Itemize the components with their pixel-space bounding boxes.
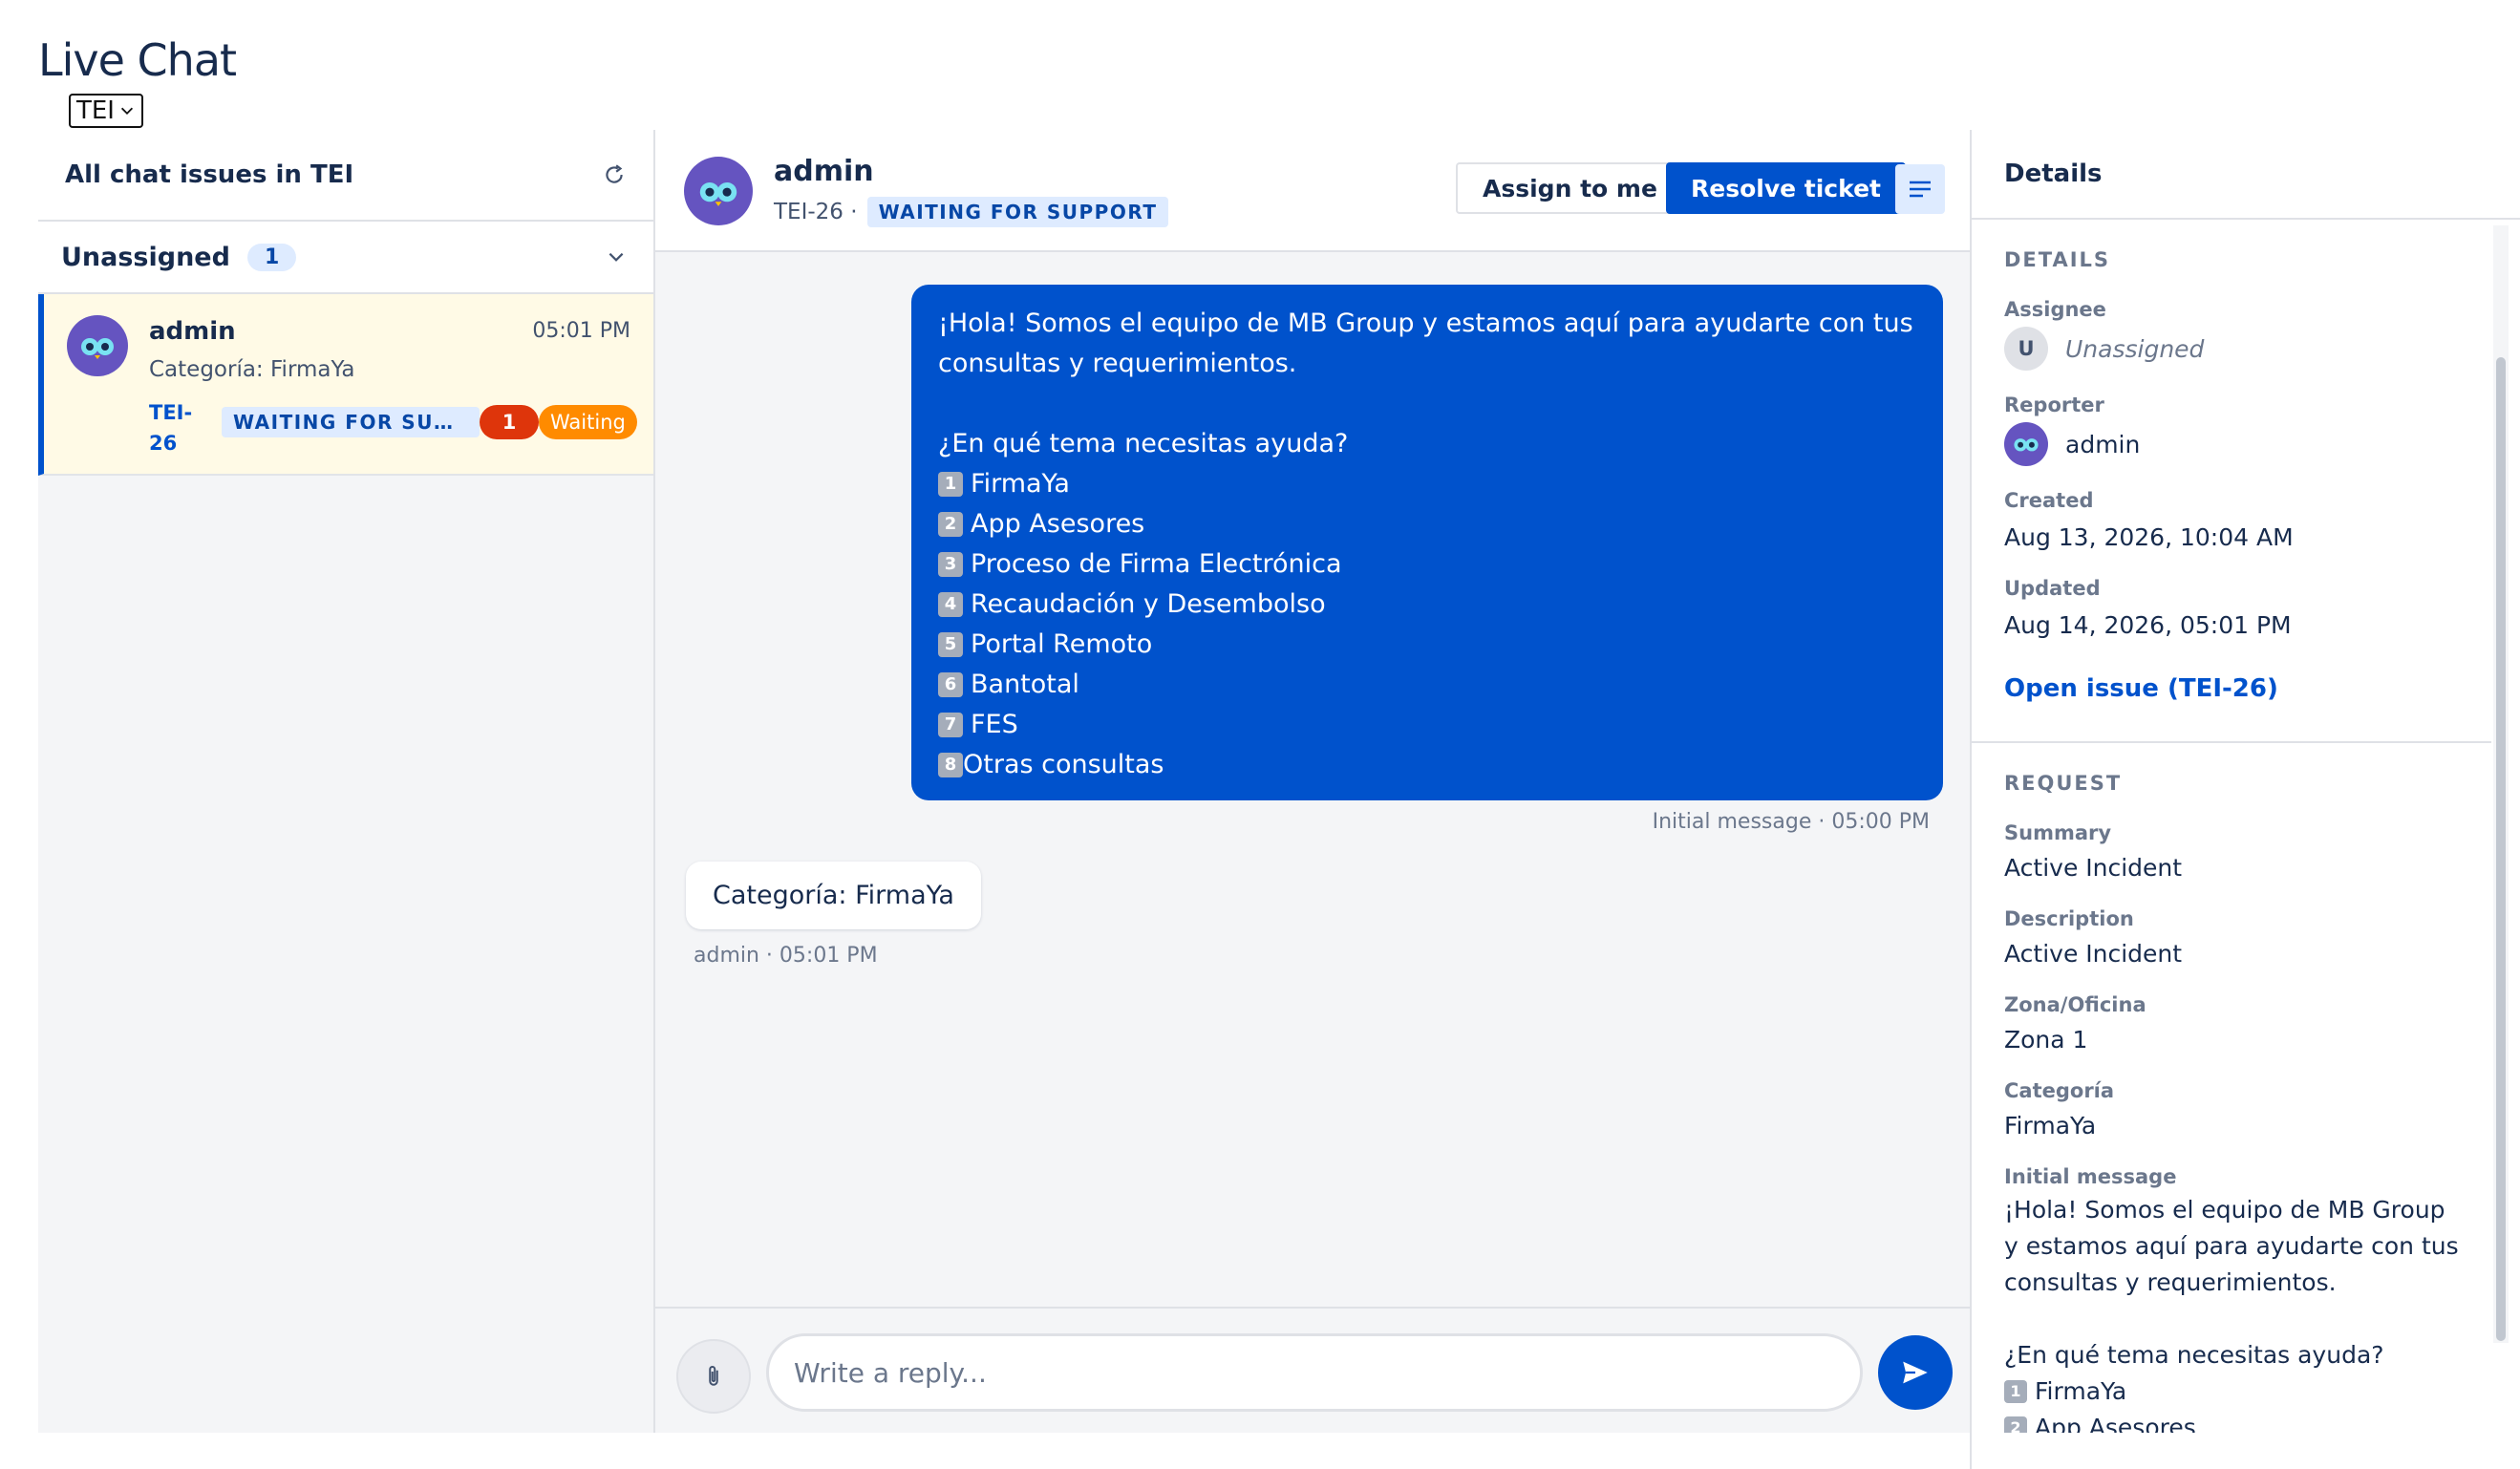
owl-avatar-icon: [2004, 422, 2048, 466]
user-message-bubble: Categoría: FirmaYa: [686, 862, 981, 929]
section-divider: [1972, 741, 2491, 743]
created-label: Created: [2004, 489, 2094, 512]
conversation-status-badge: WAITING FOR SUPPORT: [866, 197, 1169, 227]
conversation-meta: TEI-26 · WAITING FOR SUPPORT: [774, 197, 1169, 227]
details-header: Details: [1972, 130, 2520, 220]
initial-message-value: ¡Hola! Somos el equipo de MB Group y est…: [2004, 1192, 2463, 1433]
initial-message-question: ¿En qué tema necesitas ayuda?: [2004, 1341, 2384, 1369]
categoria-value: FirmaYa: [2004, 1112, 2097, 1139]
option-item: 7 FES: [938, 705, 1916, 745]
assign-to-me-button[interactable]: Assign to me: [1456, 162, 1684, 214]
request-section-title: REQUEST: [2004, 772, 2123, 795]
number-key-icon: 8: [938, 753, 963, 777]
agent-message-bubble: ¡Hola! Somos el equipo de MB Group y est…: [911, 285, 1943, 800]
option-item: 8 Otras consultas: [938, 745, 1916, 785]
number-key-icon: 3: [938, 552, 963, 577]
chevron-down-icon[interactable]: [606, 246, 627, 267]
number-key-icon: 6: [938, 672, 963, 697]
number-key-icon: 4: [938, 592, 963, 617]
initial-message-label: Initial message: [2004, 1165, 2177, 1188]
updated-value: Aug 14, 2026, 05:01 PM: [2004, 611, 2292, 639]
updated-label: Updated: [2004, 577, 2101, 600]
owl-avatar-icon: [67, 315, 128, 376]
summary-value: Active Incident: [2004, 854, 2183, 882]
details-scroll-area: DETAILS Assignee U Unassigned Reporter a…: [1972, 220, 2491, 1433]
option-item: 5 Portal Remoto: [938, 625, 1916, 665]
number-key-icon: 1: [938, 472, 963, 497]
number-key-icon: 1: [2004, 1380, 2027, 1403]
option-item: 2 App Asesores: [938, 504, 1916, 544]
assignee-label: Assignee: [2004, 298, 2106, 321]
option-item: 3 Proceso de Firma Electrónica: [938, 544, 1916, 585]
number-key-icon: 5: [938, 632, 963, 657]
option-item: 1 FirmaYa: [2004, 1373, 2463, 1410]
resolve-ticket-button[interactable]: Resolve ticket: [1666, 162, 1906, 214]
agent-message-intro: ¡Hola! Somos el equipo de MB Group y est…: [938, 309, 1913, 378]
chat-item-time: 05:01 PM: [532, 319, 630, 343]
zona-label: Zona/Oficina: [2004, 993, 2146, 1016]
chat-item-status-badge: WAITING FOR SUPP...: [222, 407, 480, 437]
project-select-value: TEI: [76, 96, 115, 125]
conversation-key: TEI-26 ·: [774, 200, 858, 224]
option-item: 2 App Asesores: [2004, 1410, 2463, 1433]
refresh-icon[interactable]: [602, 162, 627, 187]
assignee-field[interactable]: U Unassigned: [2004, 327, 2204, 371]
attach-button[interactable]: [676, 1339, 751, 1414]
description-label: Description: [2004, 907, 2134, 930]
conversation-panel: admin TEI-26 · WAITING FOR SUPPORT Assig…: [655, 130, 1970, 1433]
scrollbar-thumb[interactable]: [2496, 357, 2506, 1341]
option-item: 1 FirmaYa: [938, 464, 1916, 504]
chat-item-name: admin: [149, 317, 236, 346]
reply-input[interactable]: [766, 1333, 1863, 1412]
details-section-title: DETAILS: [2004, 248, 2111, 271]
option-item: 4 Recaudación y Desembolso: [938, 585, 1916, 625]
number-key-icon: 2: [2004, 1416, 2027, 1433]
categoria-label: Categoría: [2004, 1079, 2115, 1102]
chat-list-header: All chat issues in TEI: [38, 130, 653, 222]
open-issue-link[interactable]: Open issue (TEI-26): [2004, 674, 2278, 703]
send-button[interactable]: [1878, 1335, 1953, 1410]
initial-message-intro: ¡Hola! Somos el equipo de MB Group y est…: [2004, 1196, 2459, 1296]
reporter-field: admin: [2004, 422, 2140, 466]
chat-item-key[interactable]: TEI-26: [149, 397, 206, 458]
summary-label: Summary: [2004, 821, 2112, 844]
conversation-header: admin TEI-26 · WAITING FOR SUPPORT Assig…: [655, 130, 1970, 252]
zona-value: Zona 1: [2004, 1026, 2088, 1054]
reporter-value: admin: [2065, 430, 2141, 458]
chat-list-panel: All chat issues in TEI Unassigned 1 admi…: [38, 130, 655, 1433]
chat-list-title: All chat issues in TEI: [65, 160, 354, 189]
menu-lines-icon: [1910, 181, 1931, 198]
agent-message-question: ¿En qué tema necesitas ayuda?: [938, 429, 1349, 458]
app-title: Live Chat: [38, 34, 237, 86]
user-message-meta: admin · 05:01 PM: [694, 944, 878, 968]
group-label: Unassigned: [61, 242, 230, 272]
group-count-badge: 1: [246, 243, 297, 271]
number-key-icon: 7: [938, 713, 963, 737]
chevron-down-icon: [120, 107, 134, 115]
owl-avatar-icon: [684, 157, 753, 225]
conversation-name: admin: [774, 155, 874, 188]
group-unassigned[interactable]: Unassigned 1: [38, 222, 653, 294]
chat-list-item[interactable]: admin 05:01 PM Categoría: FirmaYa TEI-26…: [38, 294, 653, 476]
reply-composer: [655, 1307, 1970, 1433]
unassigned-avatar: U: [2004, 327, 2048, 371]
waiting-badge: Waiting: [539, 405, 637, 439]
created-value: Aug 13, 2026, 10:04 AM: [2004, 523, 2294, 551]
reporter-label: Reporter: [2004, 394, 2104, 416]
details-scrollbar[interactable]: [2493, 225, 2509, 1343]
option-item: 6 Bantotal: [938, 665, 1916, 705]
unread-count-badge: 1: [480, 405, 539, 439]
project-select[interactable]: TEI: [69, 94, 143, 128]
paperclip-icon: [709, 1366, 718, 1386]
details-toggle-button[interactable]: [1895, 164, 1945, 214]
description-value: Active Incident: [2004, 940, 2183, 968]
assignee-value: Unassigned: [2065, 334, 2205, 363]
number-key-icon: 2: [938, 512, 963, 537]
agent-message-meta: Initial message · 05:00 PM: [1652, 810, 1930, 834]
send-icon: [1903, 1361, 1928, 1384]
details-panel: Details DETAILS Assignee U Unassigned Re…: [1970, 130, 2520, 1469]
chat-item-preview: Categoría: FirmaYa: [149, 357, 355, 382]
